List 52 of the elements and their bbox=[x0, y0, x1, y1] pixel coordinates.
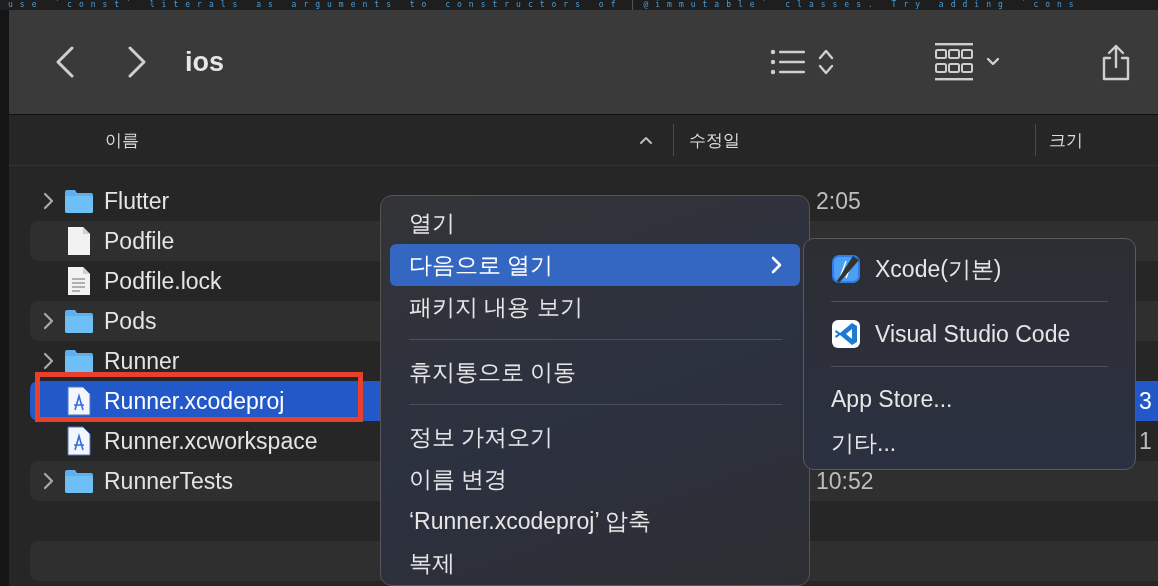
menu-item[interactable]: App Store... bbox=[831, 377, 1108, 421]
file-name: Runner.xcworkspace bbox=[104, 427, 318, 455]
column-header[interactable]: 이름 bbox=[105, 128, 139, 152]
code-text: @immutable` classes. Try adding `cons bbox=[643, 0, 1081, 10]
file-name: RunnerTests bbox=[104, 467, 234, 495]
column-header[interactable]: 수정일 bbox=[689, 128, 740, 152]
folder-title: ios bbox=[185, 46, 224, 78]
disclosure-icon[interactable] bbox=[42, 192, 54, 210]
file-size: 1 bbox=[1139, 427, 1152, 454]
disclosure-icon[interactable] bbox=[42, 472, 54, 490]
folder-icon bbox=[64, 348, 94, 374]
code-text: use `const` literals as arguments to constructors of bbox=[8, 0, 623, 10]
menu-item[interactable]: Visual Studio Code bbox=[831, 312, 1108, 356]
share-icon[interactable] bbox=[1100, 43, 1132, 81]
disclosure-icon[interactable] bbox=[42, 352, 54, 370]
document-icon bbox=[67, 226, 91, 256]
menu-item[interactable]: Xcode(기본) bbox=[831, 247, 1108, 291]
menu-item[interactable]: 복제 bbox=[390, 542, 800, 584]
menu-item[interactable]: 열기 bbox=[390, 202, 800, 244]
file-name: Pods bbox=[104, 307, 157, 335]
file-name: Podfile.lock bbox=[104, 267, 222, 295]
menu-item[interactable]: 패키지 내용 보기 bbox=[390, 286, 800, 328]
menu-item[interactable]: 이름 변경 bbox=[390, 458, 800, 500]
menu-item[interactable]: ‘Runner.xcodeproj’ 압축 bbox=[390, 500, 800, 542]
menu-item[interactable]: 휴지통으로 이동 bbox=[390, 351, 800, 393]
forward-icon[interactable] bbox=[127, 46, 147, 78]
menu-item[interactable]: 다음으로 열기 bbox=[390, 244, 800, 286]
chevron-right-icon bbox=[770, 255, 782, 275]
disclosure-icon[interactable] bbox=[42, 312, 54, 330]
modified-date: 10:52 bbox=[816, 467, 874, 494]
menu-item[interactable]: 정보 가져오기 bbox=[390, 416, 800, 458]
back-icon[interactable] bbox=[55, 46, 75, 78]
file-name: Runner.xcodeproj bbox=[104, 387, 285, 415]
folder-icon bbox=[64, 188, 94, 214]
caret-icon[interactable] bbox=[986, 57, 1000, 67]
column-header[interactable]: 크기 bbox=[1049, 128, 1083, 152]
file-name: Runner bbox=[104, 347, 180, 375]
sort-icon[interactable] bbox=[818, 48, 834, 76]
file-size: 3 bbox=[1139, 387, 1152, 414]
menu-item[interactable]: 기타... bbox=[831, 421, 1108, 465]
grid-view-icon[interactable] bbox=[934, 42, 974, 82]
hammer-app-icon bbox=[831, 254, 861, 284]
blueprint-document-icon bbox=[67, 386, 91, 416]
code-editor-app-icon bbox=[831, 319, 861, 349]
file-name: Podfile bbox=[104, 227, 175, 255]
folder-icon bbox=[64, 308, 94, 334]
blueprint-document-icon bbox=[67, 426, 91, 456]
file-name: Flutter bbox=[104, 187, 170, 215]
folder-icon bbox=[64, 468, 94, 494]
text-document-icon bbox=[67, 266, 91, 296]
modified-date: 2:05 bbox=[816, 187, 861, 214]
list-view-icon[interactable] bbox=[770, 49, 806, 75]
